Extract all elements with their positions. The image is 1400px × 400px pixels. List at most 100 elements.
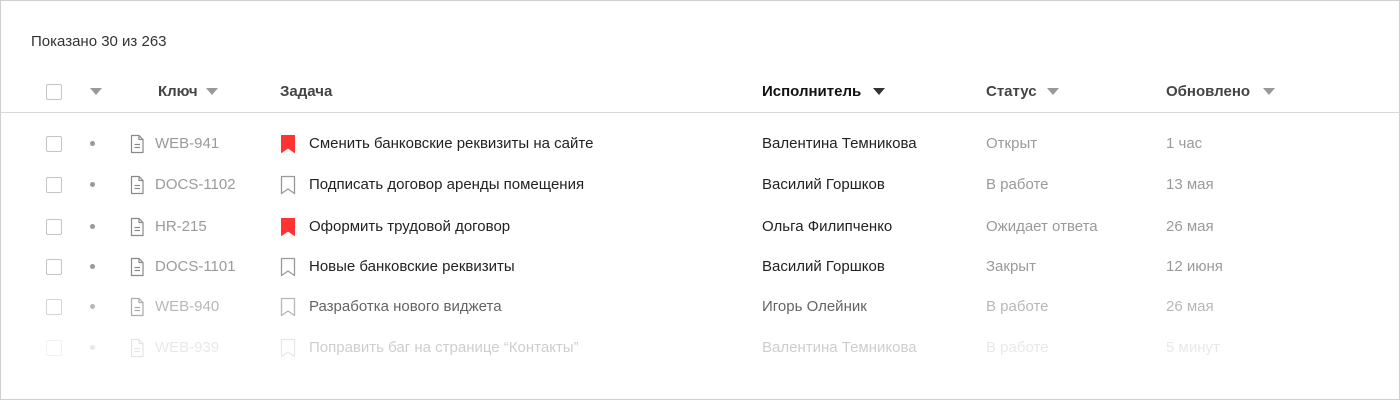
task-title-link[interactable]: Поправить баг на странице “Контакты” (309, 339, 579, 356)
row-status-cell: В работе (986, 286, 1049, 327)
sort-updated-icon[interactable] (1263, 88, 1276, 95)
row-status-cell: Открыт (986, 123, 1037, 164)
row-updated-cell: 13 мая (1166, 164, 1214, 205)
issue-key-link[interactable]: DOCS-1101 (155, 258, 236, 275)
row-bullet-icon (90, 304, 95, 309)
sort-key-icon[interactable] (205, 88, 218, 95)
column-header-task[interactable]: Задача (280, 71, 332, 112)
table-row[interactable]: WEB-940 Разработка нового виджета Игорь … (1, 286, 1399, 327)
task-title-link[interactable]: Подписать договор аренды помещения (309, 176, 584, 193)
document-icon (129, 297, 145, 317)
bookmark-outline-icon[interactable] (280, 175, 296, 195)
status-label: Ожидает ответа (986, 218, 1098, 235)
assignee-name: Василий Горшков (762, 258, 885, 275)
row-status-cell: В работе (986, 327, 1049, 368)
row-bullet-icon (90, 141, 95, 146)
bulk-actions-dropdown-icon[interactable] (90, 88, 102, 95)
row-select-cell (46, 327, 62, 368)
row-task-cell: Подписать договор аренды помещения (280, 164, 584, 205)
row-checkbox[interactable] (46, 176, 62, 193)
header-select-cell (46, 71, 62, 112)
row-select-cell (46, 246, 62, 287)
table-header: Ключ Задача Исполнитель Статус Обновлено (1, 71, 1399, 113)
status-label: Закрыт (986, 258, 1036, 275)
row-status-cell: Ожидает ответа (986, 206, 1098, 247)
task-title-link[interactable]: Разработка нового виджета (309, 298, 502, 315)
row-status-cell: В работе (986, 164, 1049, 205)
row-checkbox[interactable] (46, 218, 62, 235)
select-all-checkbox[interactable] (46, 83, 62, 100)
row-task-cell: Новые банковские реквизиты (280, 246, 515, 287)
updated-time: 13 мая (1166, 176, 1214, 193)
status-label: В работе (986, 176, 1049, 193)
row-dot-cell (90, 164, 95, 205)
table-row[interactable]: DOCS-1101 Новые банковские реквизиты Вас… (1, 246, 1399, 287)
task-title-link[interactable]: Сменить банковские реквизиты на сайте (309, 135, 593, 152)
row-status-cell: Закрыт (986, 246, 1036, 287)
row-key-cell: DOCS-1102 (129, 164, 236, 205)
bookmark-outline-icon[interactable] (280, 297, 296, 317)
column-header-status-label: Статус (986, 83, 1037, 100)
issue-key-link[interactable]: HR-215 (155, 218, 207, 235)
header-options-cell (90, 71, 102, 112)
updated-time: 12 июня (1166, 258, 1223, 275)
column-header-key[interactable]: Ключ (129, 71, 218, 112)
bookmark-filled-icon[interactable] (280, 134, 296, 154)
bookmark-outline-icon[interactable] (280, 338, 296, 358)
bookmark-filled-icon[interactable] (280, 217, 296, 237)
row-key-cell: HR-215 (129, 206, 207, 247)
document-icon (129, 217, 145, 237)
column-header-updated[interactable]: Обновлено (1166, 71, 1276, 112)
task-title-link[interactable]: Новые банковские реквизиты (309, 258, 515, 275)
row-select-cell (46, 206, 62, 247)
sort-status-icon[interactable] (1046, 88, 1059, 95)
table-row[interactable]: HR-215 Оформить трудовой договор Ольга Ф… (1, 206, 1399, 247)
row-updated-cell: 12 июня (1166, 246, 1223, 287)
issues-table-panel: Показано 30 из 263 Ключ Задача Исполните… (0, 0, 1400, 400)
table-row[interactable]: DOCS-1102 Подписать договор аренды помещ… (1, 164, 1399, 205)
row-key-cell: WEB-940 (129, 286, 219, 327)
row-checkbox[interactable] (46, 339, 62, 356)
updated-time: 26 мая (1166, 218, 1214, 235)
issue-key-link[interactable]: DOCS-1102 (155, 176, 236, 193)
assignee-name: Игорь Олейник (762, 298, 867, 315)
document-icon (129, 175, 145, 195)
row-assignee-cell: Игорь Олейник (762, 286, 867, 327)
issue-key-link[interactable]: WEB-941 (155, 135, 219, 152)
row-checkbox[interactable] (46, 135, 62, 152)
assignee-name: Ольга Филипченко (762, 218, 893, 235)
row-dot-cell (90, 206, 95, 247)
document-icon (129, 257, 145, 277)
row-dot-cell (90, 327, 95, 368)
row-select-cell (46, 164, 62, 205)
row-select-cell (46, 286, 62, 327)
table-row[interactable]: WEB-941 Сменить банковские реквизиты на … (1, 123, 1399, 164)
row-bullet-icon (90, 182, 95, 187)
row-checkbox[interactable] (46, 298, 62, 315)
issue-key-link[interactable]: WEB-940 (155, 298, 219, 315)
column-header-assignee[interactable]: Исполнитель (762, 71, 886, 112)
row-dot-cell (90, 123, 95, 164)
column-header-key-label: Ключ (158, 83, 198, 100)
row-assignee-cell: Валентина Темникова (762, 123, 917, 164)
row-updated-cell: 1 час (1166, 123, 1202, 164)
sort-assignee-icon[interactable] (873, 88, 886, 95)
row-updated-cell: 5 минут (1166, 327, 1220, 368)
row-assignee-cell: Валентина Темникова (762, 327, 917, 368)
row-task-cell: Разработка нового виджета (280, 286, 502, 327)
row-key-cell: DOCS-1101 (129, 246, 236, 287)
row-task-cell: Оформить трудовой договор (280, 206, 510, 247)
task-title-link[interactable]: Оформить трудовой договор (309, 218, 510, 235)
column-header-task-label: Задача (280, 83, 333, 100)
updated-time: 5 минут (1166, 339, 1220, 356)
row-dot-cell (90, 246, 95, 287)
row-checkbox[interactable] (46, 258, 62, 275)
row-task-cell: Поправить баг на странице “Контакты” (280, 327, 579, 368)
row-select-cell (46, 123, 62, 164)
updated-time: 26 мая (1166, 298, 1214, 315)
issue-key-link[interactable]: WEB-939 (155, 339, 219, 356)
bookmark-outline-icon[interactable] (280, 257, 296, 277)
row-bullet-icon (90, 345, 95, 350)
table-row[interactable]: WEB-939 Поправить баг на странице “Конта… (1, 327, 1399, 368)
column-header-status[interactable]: Статус (986, 71, 1059, 112)
